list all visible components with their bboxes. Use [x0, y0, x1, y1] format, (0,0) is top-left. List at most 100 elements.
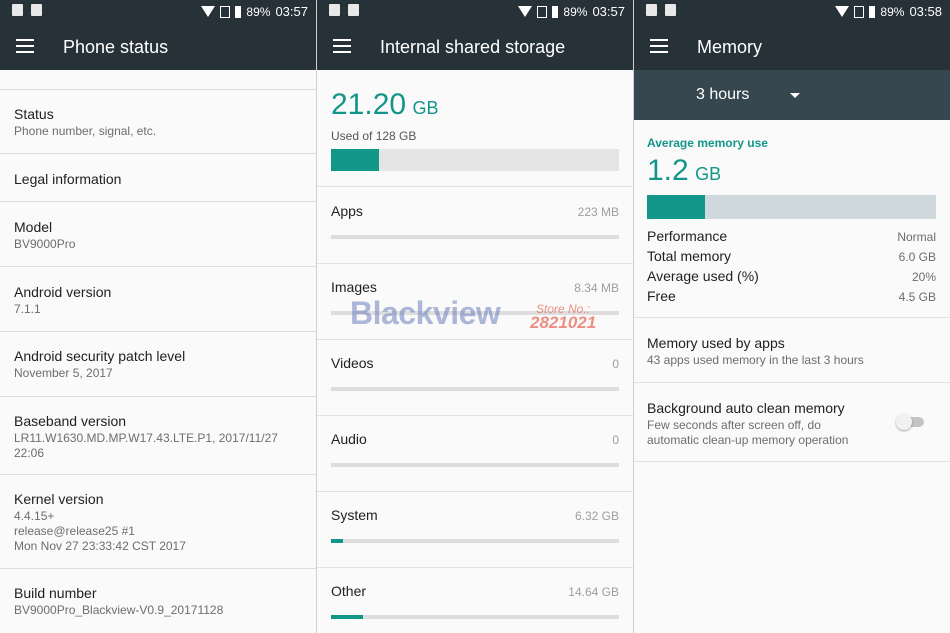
period-value: 3 hours	[696, 86, 750, 103]
item-size: 0	[612, 433, 619, 447]
status-bar: 89% 03:57	[0, 0, 316, 22]
memory-used-by-apps[interactable]: Memory used by apps 43 apps used memory …	[634, 318, 950, 382]
blackview-watermark: Blackview	[350, 295, 501, 331]
item-subtitle-line: automatic clean-up memory operation	[647, 433, 849, 447]
memory-usage-fill	[647, 195, 705, 219]
storage-usage-fill	[331, 149, 379, 171]
used-unit: GB	[412, 98, 439, 118]
page-title: Internal shared storage	[380, 37, 566, 57]
used-value: 21.20	[331, 88, 407, 121]
item-subtitle-line: Mon Nov 27 23:33:42 CST 2017	[14, 539, 186, 553]
list-item-partial	[0, 70, 316, 90]
item-subtitle-line: 4.4.15+	[14, 509, 55, 523]
list-item-build-number[interactable]: Build number BV9000Pro_Blackview-V0.9_20…	[0, 569, 316, 633]
clock: 03:57	[592, 4, 625, 19]
item-size: 0	[612, 357, 619, 371]
item-title: Baseband version	[14, 413, 127, 429]
app-bar: Memory	[634, 22, 950, 70]
stat-value: 20%	[911, 270, 936, 284]
item-title: Legal information	[14, 171, 122, 187]
file-notification-icon	[348, 4, 359, 16]
item-bar-fill	[331, 539, 343, 543]
stat-label: Average used (%)	[647, 268, 759, 284]
stat-label: Performance	[647, 228, 728, 244]
list-item-security-patch: Android security patch level November 5,…	[0, 332, 316, 397]
list-item-baseband: Baseband version LR11.W1630.MD.MP.W17.43…	[0, 397, 316, 475]
period-dropdown[interactable]: 3 hours	[696, 86, 816, 108]
divider	[634, 461, 950, 462]
watermark-store-code: 2821021	[530, 313, 597, 332]
file-notification-icon	[31, 4, 42, 16]
menu-icon[interactable]	[650, 39, 668, 53]
item-title: Android security patch level	[14, 348, 186, 364]
item-label: Audio	[331, 431, 367, 447]
item-label: System	[331, 507, 378, 523]
battery-icon	[552, 5, 559, 18]
storage-item-audio[interactable]: Audio 0	[317, 415, 633, 491]
clock: 03:57	[275, 4, 308, 19]
item-subtitle: November 5, 2017	[14, 366, 113, 380]
stat-label: Total memory	[647, 248, 732, 264]
auto-clean-toggle[interactable]	[896, 414, 926, 430]
item-title: Memory used by apps	[647, 335, 785, 351]
clock: 03:58	[909, 4, 942, 19]
menu-icon[interactable]	[333, 39, 351, 53]
no-sim-icon	[537, 5, 548, 18]
avg-memory-value-wrap: 1.2 GB	[647, 154, 721, 188]
wifi-icon	[835, 6, 850, 17]
item-bar	[331, 463, 619, 467]
list-item-kernel: Kernel version 4.4.15+ release@release25…	[0, 475, 316, 569]
item-bar	[331, 615, 619, 619]
storage-item-apps[interactable]: Apps 223 MB	[317, 187, 633, 263]
item-subtitle: 43 apps used memory in the last 3 hours	[647, 353, 864, 367]
item-size: 6.32 GB	[574, 509, 619, 523]
storage-item-other[interactable]: Other 14.64 GB	[317, 567, 633, 633]
item-title: Build number	[14, 585, 97, 601]
item-size: 8.34 MB	[574, 281, 619, 295]
stat-value: 6.0 GB	[898, 250, 936, 264]
file-notification-icon	[665, 4, 676, 16]
dropdown-arrow-icon	[790, 93, 800, 98]
item-title: Kernel version	[14, 491, 104, 507]
battery-percent: 89%	[880, 4, 905, 19]
list-item-status[interactable]: Status Phone number, signal, etc.	[0, 90, 316, 154]
battery-icon	[869, 5, 876, 18]
battery-percent: 89%	[246, 4, 271, 19]
item-size: 223 MB	[577, 205, 619, 219]
page-title: Memory	[697, 37, 763, 57]
no-sim-icon	[220, 5, 231, 18]
item-size: 14.64 GB	[568, 585, 619, 599]
menu-icon[interactable]	[16, 39, 34, 53]
list-item-android-version[interactable]: Android version 7.1.1	[0, 267, 316, 332]
item-label: Images	[331, 279, 377, 295]
item-subtitle: 7.1.1	[14, 302, 41, 316]
item-subtitle-line: 22:06	[14, 446, 45, 460]
image-notification-icon	[12, 4, 23, 16]
storage-summary: 21.20 GB	[331, 88, 439, 122]
wifi-icon	[201, 6, 216, 17]
status-bar: 89% 03:57	[317, 0, 633, 22]
phone-status-screen: 89% 03:57 Phone status Status Phone numb…	[0, 0, 316, 633]
period-bar: 3 hours	[634, 70, 950, 120]
list-item-legal[interactable]: Legal information	[0, 154, 316, 202]
wifi-icon	[518, 6, 533, 17]
background-auto-clean[interactable]: Background auto clean memory Few seconds…	[634, 383, 950, 461]
toggle-thumb	[896, 414, 912, 430]
item-label: Apps	[331, 203, 363, 219]
storage-item-videos[interactable]: Videos 0	[317, 339, 633, 415]
no-sim-icon	[854, 5, 865, 18]
avg-memory-unit: GB	[695, 164, 722, 184]
item-subtitle-line: release@release25 #1	[14, 524, 135, 538]
stat-value: Normal	[897, 230, 936, 244]
image-notification-icon	[646, 4, 657, 16]
item-bar-fill	[331, 615, 363, 619]
stat-label: Free	[647, 288, 676, 304]
item-bar	[331, 539, 619, 543]
item-title: Background auto clean memory	[647, 400, 845, 416]
storage-item-system[interactable]: System 6.32 GB	[317, 491, 633, 567]
battery-icon	[235, 5, 242, 18]
item-title: Model	[14, 219, 53, 235]
item-label: Other	[331, 583, 367, 599]
memory-screen: 89% 03:58 Memory 3 hours Average memory …	[634, 0, 950, 633]
item-subtitle: BV9000Pro_Blackview-V0.9_20171128	[14, 603, 224, 617]
